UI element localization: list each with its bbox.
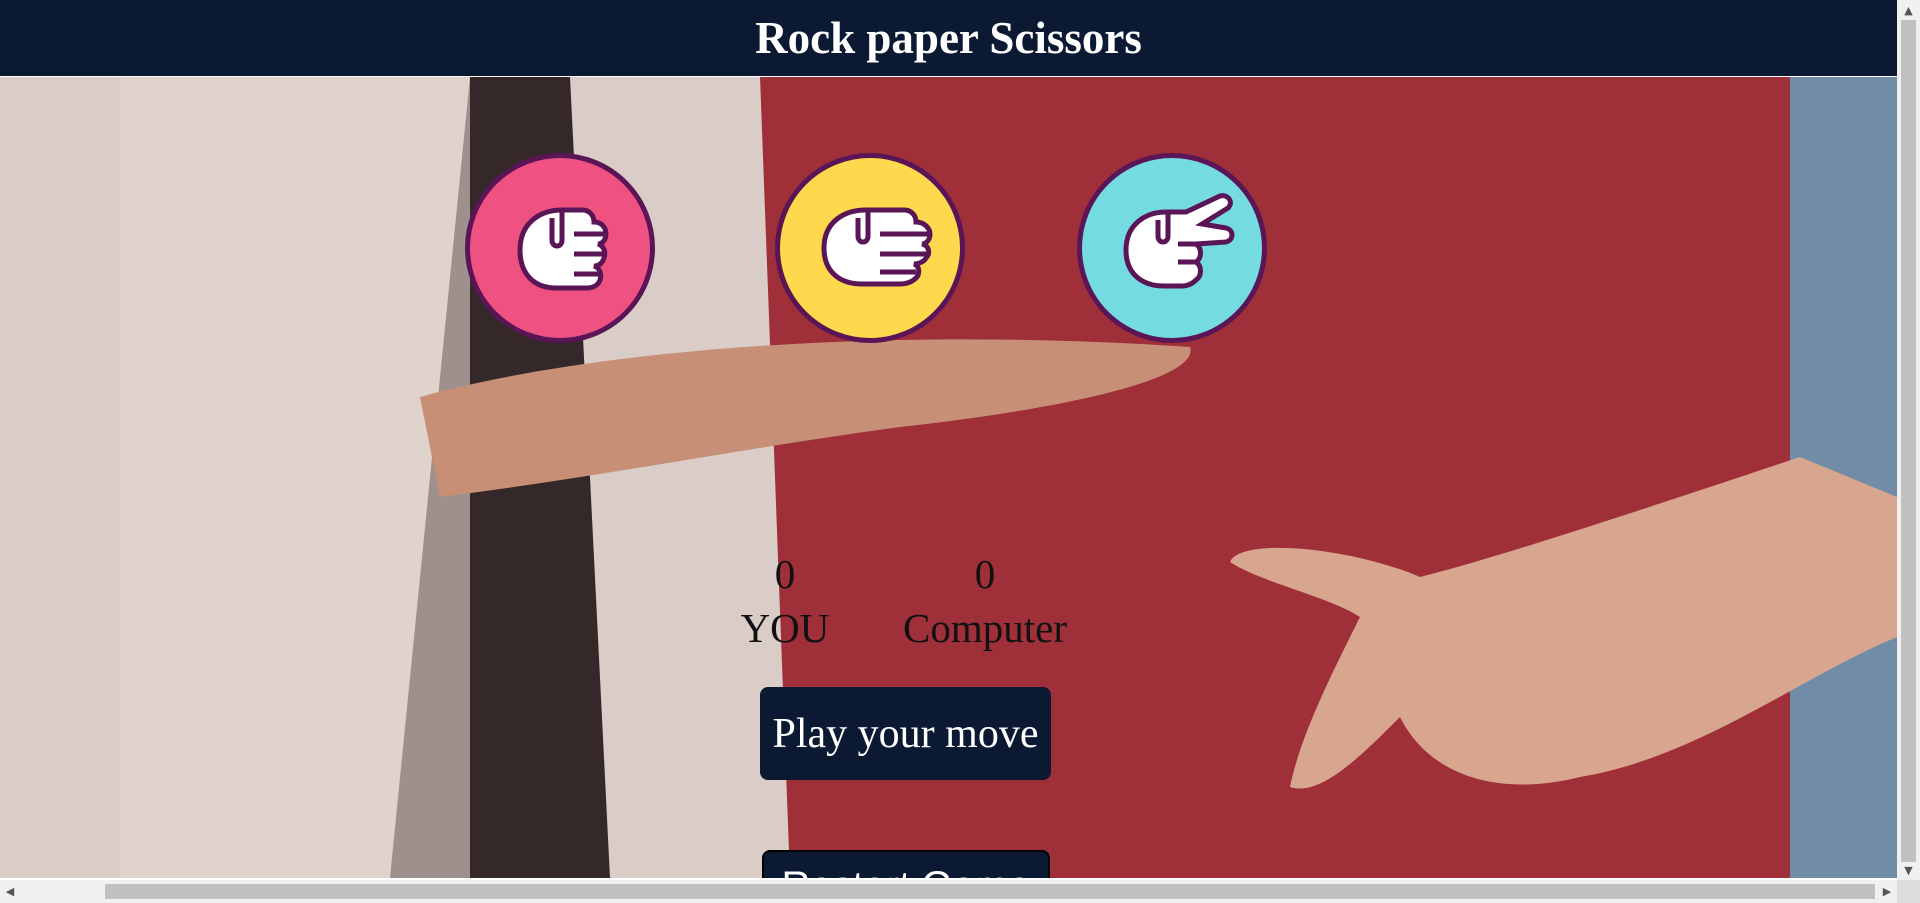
play-move-button[interactable]: Play your move: [760, 687, 1051, 780]
page-title: Rock paper Scissors: [755, 13, 1142, 63]
computer-score-value: 0: [974, 551, 996, 597]
game-stage: 0 YOU 0 Computer Play your move Restart …: [0, 77, 1897, 878]
horizontal-scrollbar[interactable]: ◀ ▶: [0, 880, 1897, 903]
paper-choice-button[interactable]: [775, 153, 965, 343]
page-header: Rock paper Scissors: [0, 0, 1897, 77]
scrollbar-corner: [1897, 880, 1920, 903]
scroll-up-arrow-icon[interactable]: ▲: [1897, 0, 1920, 20]
scissors-hand-icon: [1123, 193, 1235, 289]
horizontal-scroll-thumb[interactable]: [105, 884, 1875, 899]
scroll-right-arrow-icon[interactable]: ▶: [1877, 880, 1897, 903]
fist-hand-icon: [517, 207, 609, 291]
vertical-scroll-thumb[interactable]: [1901, 20, 1916, 862]
vertical-scrollbar[interactable]: ▲ ▼: [1897, 0, 1920, 880]
computer-score-label: Computer: [903, 605, 1067, 651]
scroll-down-arrow-icon[interactable]: ▼: [1897, 860, 1920, 880]
scroll-left-arrow-icon[interactable]: ◀: [0, 880, 20, 903]
user-score-value: 0: [774, 551, 796, 597]
scissors-choice-button[interactable]: [1077, 153, 1267, 343]
user-score: 0 YOU: [725, 547, 845, 655]
computer-score: 0 Computer: [880, 547, 1090, 655]
restart-game-button[interactable]: Restart Game: [762, 850, 1050, 878]
user-score-label: YOU: [740, 605, 830, 651]
flat-hand-icon: [821, 207, 933, 287]
rock-choice-button[interactable]: [465, 153, 655, 343]
